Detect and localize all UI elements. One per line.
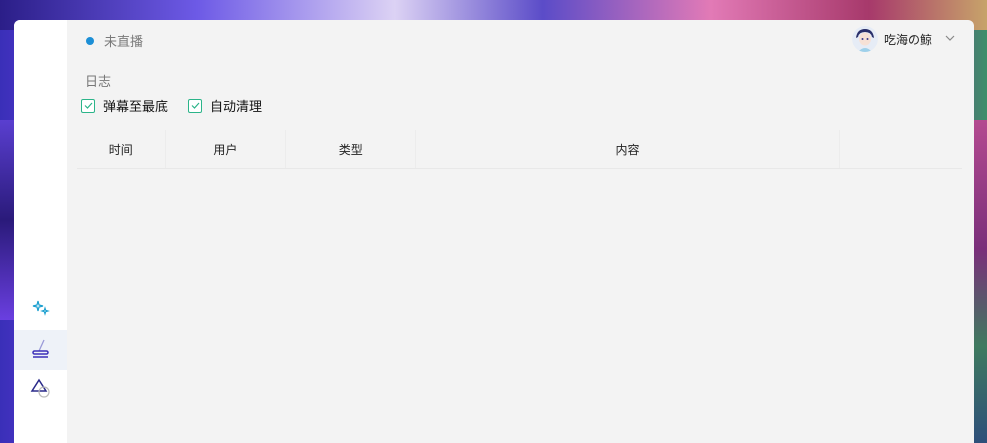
avatar xyxy=(851,26,878,52)
checkbox-auto-clean[interactable] xyxy=(188,98,203,113)
column-header-type: 类型 xyxy=(286,130,417,168)
background-right xyxy=(973,120,987,443)
sidebar-item-danmaku[interactable] xyxy=(14,330,67,370)
main-content: 未直播 吃海の鲸 日志 弹幕至最底 自动清理 时间 用户 类型 内容 xyxy=(67,20,974,443)
status-label: 未直播 xyxy=(104,35,144,50)
live-status: 未直播 xyxy=(86,31,143,50)
log-table: 时间 用户 类型 内容 xyxy=(77,130,962,169)
sidebar xyxy=(14,20,67,443)
option-auto-clean[interactable]: 自动清理 xyxy=(188,96,262,115)
option-label: 自动清理 xyxy=(210,100,263,115)
status-dot xyxy=(86,36,94,45)
column-header-extra xyxy=(839,130,962,168)
user-name: 吃海の鲸 xyxy=(883,32,932,47)
user-menu[interactable]: 吃海の鲸 xyxy=(851,26,956,52)
table-header: 时间 用户 类型 内容 xyxy=(77,130,962,169)
option-scroll-bottom[interactable]: 弹幕至最底 xyxy=(81,96,168,115)
option-label: 弹幕至最底 xyxy=(103,100,169,115)
checkbox-scroll-bottom[interactable] xyxy=(81,98,95,113)
sidebar-item-other[interactable] xyxy=(14,370,67,410)
log-options: 弹幕至最底 自动清理 xyxy=(81,96,262,115)
sparkles-icon xyxy=(32,299,50,321)
column-header-user: 用户 xyxy=(165,130,287,168)
chevron-down-icon xyxy=(944,32,956,47)
column-header-content: 内容 xyxy=(416,130,840,168)
brush-icon xyxy=(30,337,52,363)
log-title: 日志 xyxy=(85,75,112,90)
column-header-time: 时间 xyxy=(77,130,166,168)
app-window: 未直播 吃海の鲸 日志 弹幕至最底 自动清理 时间 用户 类型 内容 xyxy=(14,20,974,443)
shapes-icon xyxy=(30,377,52,403)
sidebar-item-effects[interactable] xyxy=(14,290,67,330)
